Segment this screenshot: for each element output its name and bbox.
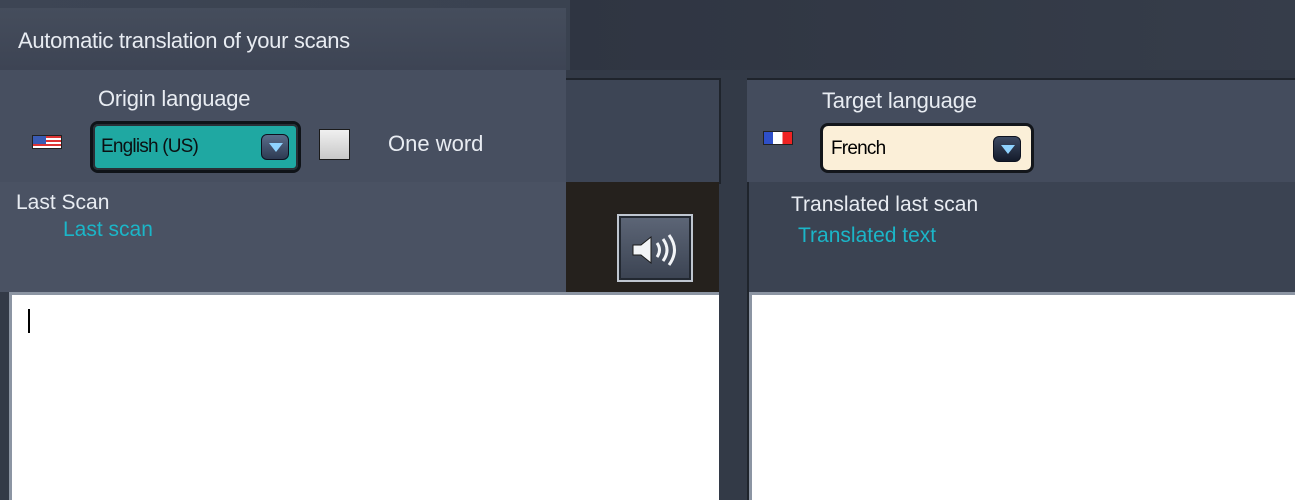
one-word-label: One word: [388, 131, 484, 156]
translation-window: Automatic translation of your scans Orig…: [0, 0, 1295, 500]
speak-button[interactable]: [617, 214, 693, 282]
translated-textarea[interactable]: [749, 292, 1295, 500]
origin-language-label: Origin language: [98, 86, 251, 111]
chevron-down-icon[interactable]: [993, 136, 1021, 162]
one-word-checkbox[interactable]: [319, 129, 350, 160]
origin-language-dropdown[interactable]: English (US): [90, 121, 301, 173]
window-title: Automatic translation of your scans: [18, 28, 350, 53]
us-flag-icon: [32, 135, 62, 149]
origin-language-value: English (US): [101, 136, 199, 157]
target-language-label: Target language: [822, 88, 977, 113]
speaker-icon: [632, 234, 676, 266]
text-cursor: [28, 309, 30, 333]
last-scan-textarea[interactable]: [9, 292, 719, 500]
last-scan-subtitle: Last scan: [63, 218, 153, 241]
left-settings-extension: [566, 78, 721, 184]
target-language-dropdown[interactable]: French: [820, 123, 1034, 173]
chevron-down-icon[interactable]: [261, 134, 289, 160]
fr-flag-icon: [763, 131, 793, 145]
translated-subtitle: Translated text: [798, 224, 937, 247]
target-language-value: French: [831, 138, 886, 159]
translated-title: Translated last scan: [791, 193, 979, 216]
last-scan-title: Last Scan: [16, 191, 110, 214]
title-bar: Automatic translation of your scans: [0, 0, 1295, 71]
